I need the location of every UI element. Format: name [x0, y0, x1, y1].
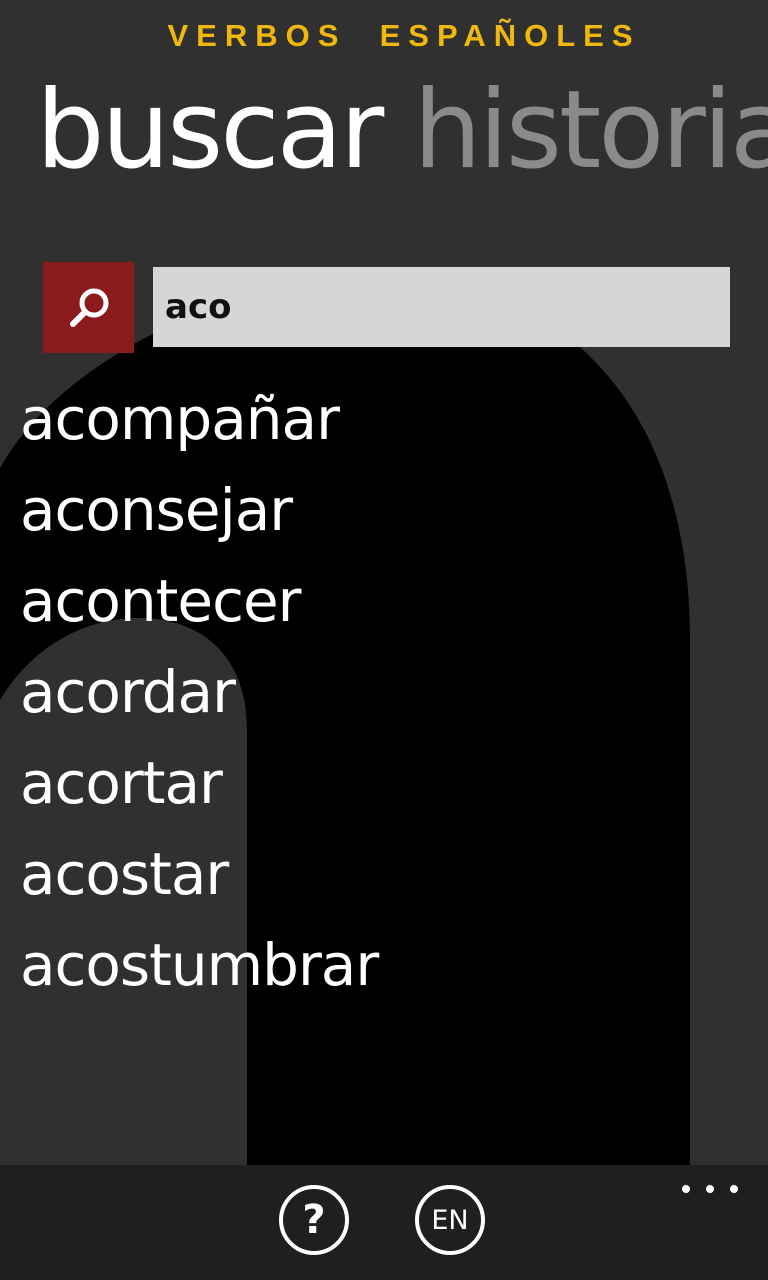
- ellipsis-icon: [682, 1185, 690, 1193]
- help-button[interactable]: ?: [279, 1185, 349, 1255]
- search-input[interactable]: [153, 267, 730, 347]
- list-item[interactable]: acostar: [20, 829, 378, 920]
- list-item[interactable]: acortar: [20, 738, 378, 829]
- search-button[interactable]: [43, 262, 134, 353]
- app-title: VERBOS ESPAÑOLES: [167, 18, 641, 53]
- list-item[interactable]: acostumbrar: [20, 920, 379, 1011]
- list-item[interactable]: acontecer: [20, 556, 378, 647]
- language-button[interactable]: EN: [415, 1185, 485, 1255]
- pivot-item-buscar[interactable]: buscar: [36, 66, 384, 196]
- pivot-item-historia[interactable]: historia: [413, 66, 768, 196]
- list-item[interactable]: aconsejar: [20, 465, 378, 556]
- pivot-header: buscar historia: [36, 66, 768, 196]
- question-icon: ?: [302, 1197, 326, 1243]
- list-item[interactable]: acordar: [20, 647, 378, 738]
- language-label: EN: [431, 1204, 469, 1236]
- list-item[interactable]: acompañar: [20, 374, 378, 465]
- more-options-button[interactable]: [682, 1179, 738, 1199]
- ellipsis-icon: [706, 1185, 714, 1193]
- ellipsis-icon: [730, 1185, 738, 1193]
- search-icon: [69, 288, 108, 327]
- application-bar: ? EN: [0, 1165, 768, 1280]
- app-screen: VERBOS ESPAÑOLES buscarhistoria acompaña…: [0, 0, 768, 1280]
- results-list: acompañar aconsejar acontecer acordar ac…: [20, 374, 379, 1011]
